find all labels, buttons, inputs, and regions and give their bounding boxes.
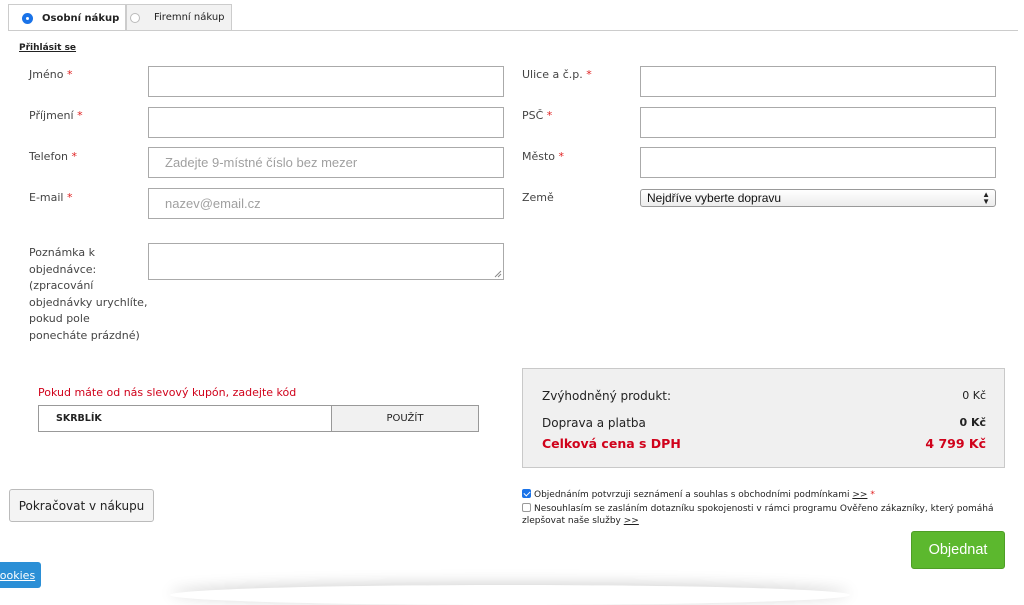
last-name-label: Příjmení * xyxy=(29,109,83,122)
cookies-button[interactable]: ookies xyxy=(0,562,41,588)
summary-shipping-label: Doprava a platba xyxy=(542,416,646,430)
coupon-apply-button[interactable]: POUŽÍT xyxy=(332,405,479,432)
radio-selected-icon[interactable] xyxy=(23,13,32,23)
coupon-input[interactable]: SKRBLÍK xyxy=(38,405,332,432)
survey-checkbox[interactable] xyxy=(522,503,531,512)
coupon-title: Pokud máte od nás slevový kupón, zadejte… xyxy=(38,386,297,399)
tab-company-purchase[interactable]: Firemní nákup xyxy=(126,4,232,30)
survey-consent: Nesouhlasím se zasláním dotazníku spokoj… xyxy=(522,503,1002,527)
note-textarea[interactable] xyxy=(148,243,504,280)
summary-product-value: 0 Kč xyxy=(962,389,986,402)
first-name-label: Jméno * xyxy=(29,68,73,81)
survey-text: Nesouhlasím se zasláním dotazníku spokoj… xyxy=(522,504,994,526)
city-label: Město * xyxy=(522,150,565,163)
zip-label: PSČ * xyxy=(522,109,553,122)
last-name-input[interactable] xyxy=(148,107,504,138)
login-link[interactable]: Přihlásit se xyxy=(19,43,76,53)
phone-label: Telefon * xyxy=(29,150,78,163)
country-select-value: Nejdříve vyberte dopravu xyxy=(647,191,782,205)
tab-company-label: Firemní nákup xyxy=(154,12,225,23)
summary-shipping-value: 0 Kč xyxy=(959,416,986,429)
terms-text: Objednáním potvrzuji seznámení a souhlas… xyxy=(534,490,850,500)
terms-link[interactable]: >> xyxy=(852,490,867,500)
summary-total-row: Celková cena s DPH 4 799 Kč xyxy=(542,436,986,451)
street-label: Ulice a č.p. * xyxy=(522,68,592,81)
phone-input[interactable] xyxy=(148,147,504,178)
zip-input[interactable] xyxy=(640,107,996,138)
street-input[interactable] xyxy=(640,66,996,97)
country-select[interactable]: Nejdříve vyberte dopravu ▲ ▼ xyxy=(640,189,996,207)
tabs-divider xyxy=(8,30,1018,31)
radio-unselected-icon[interactable] xyxy=(130,12,140,23)
survey-link[interactable]: >> xyxy=(624,516,639,526)
country-label: Země xyxy=(522,191,554,204)
bottom-overlay-edge xyxy=(170,585,850,605)
summary-product-row: Zvýhodněný produkt: 0 Kč xyxy=(542,389,986,403)
summary-shipping-row: Doprava a platba 0 Kč xyxy=(542,416,986,430)
summary-product-label: Zvýhodněný produkt: xyxy=(542,389,672,403)
tab-personal-label: Osobní nákup xyxy=(42,12,120,24)
select-arrows-icon: ▲ ▼ xyxy=(982,190,990,206)
order-button[interactable]: Objednat xyxy=(911,531,1005,569)
note-label: Poznámka k objednávce: (zpracování objed… xyxy=(29,246,148,342)
terms-checkbox[interactable] xyxy=(522,489,531,498)
tab-personal-purchase[interactable]: Osobní nákup xyxy=(8,4,126,31)
email-input[interactable] xyxy=(148,188,504,219)
first-name-input[interactable] xyxy=(148,66,504,97)
summary-total-label: Celková cena s DPH xyxy=(542,436,681,451)
city-input[interactable] xyxy=(640,147,996,178)
terms-consent: Objednáním potvrzuji seznámení a souhlas… xyxy=(522,489,875,501)
summary-total-value: 4 799 Kč xyxy=(925,436,986,451)
email-label: E-mail * xyxy=(29,191,73,204)
continue-shopping-button[interactable]: Pokračovat v nákupu xyxy=(9,489,154,522)
order-summary: Zvýhodněný produkt: 0 Kč Doprava a platb… xyxy=(522,368,1005,468)
resize-grip-icon[interactable] xyxy=(494,270,502,278)
